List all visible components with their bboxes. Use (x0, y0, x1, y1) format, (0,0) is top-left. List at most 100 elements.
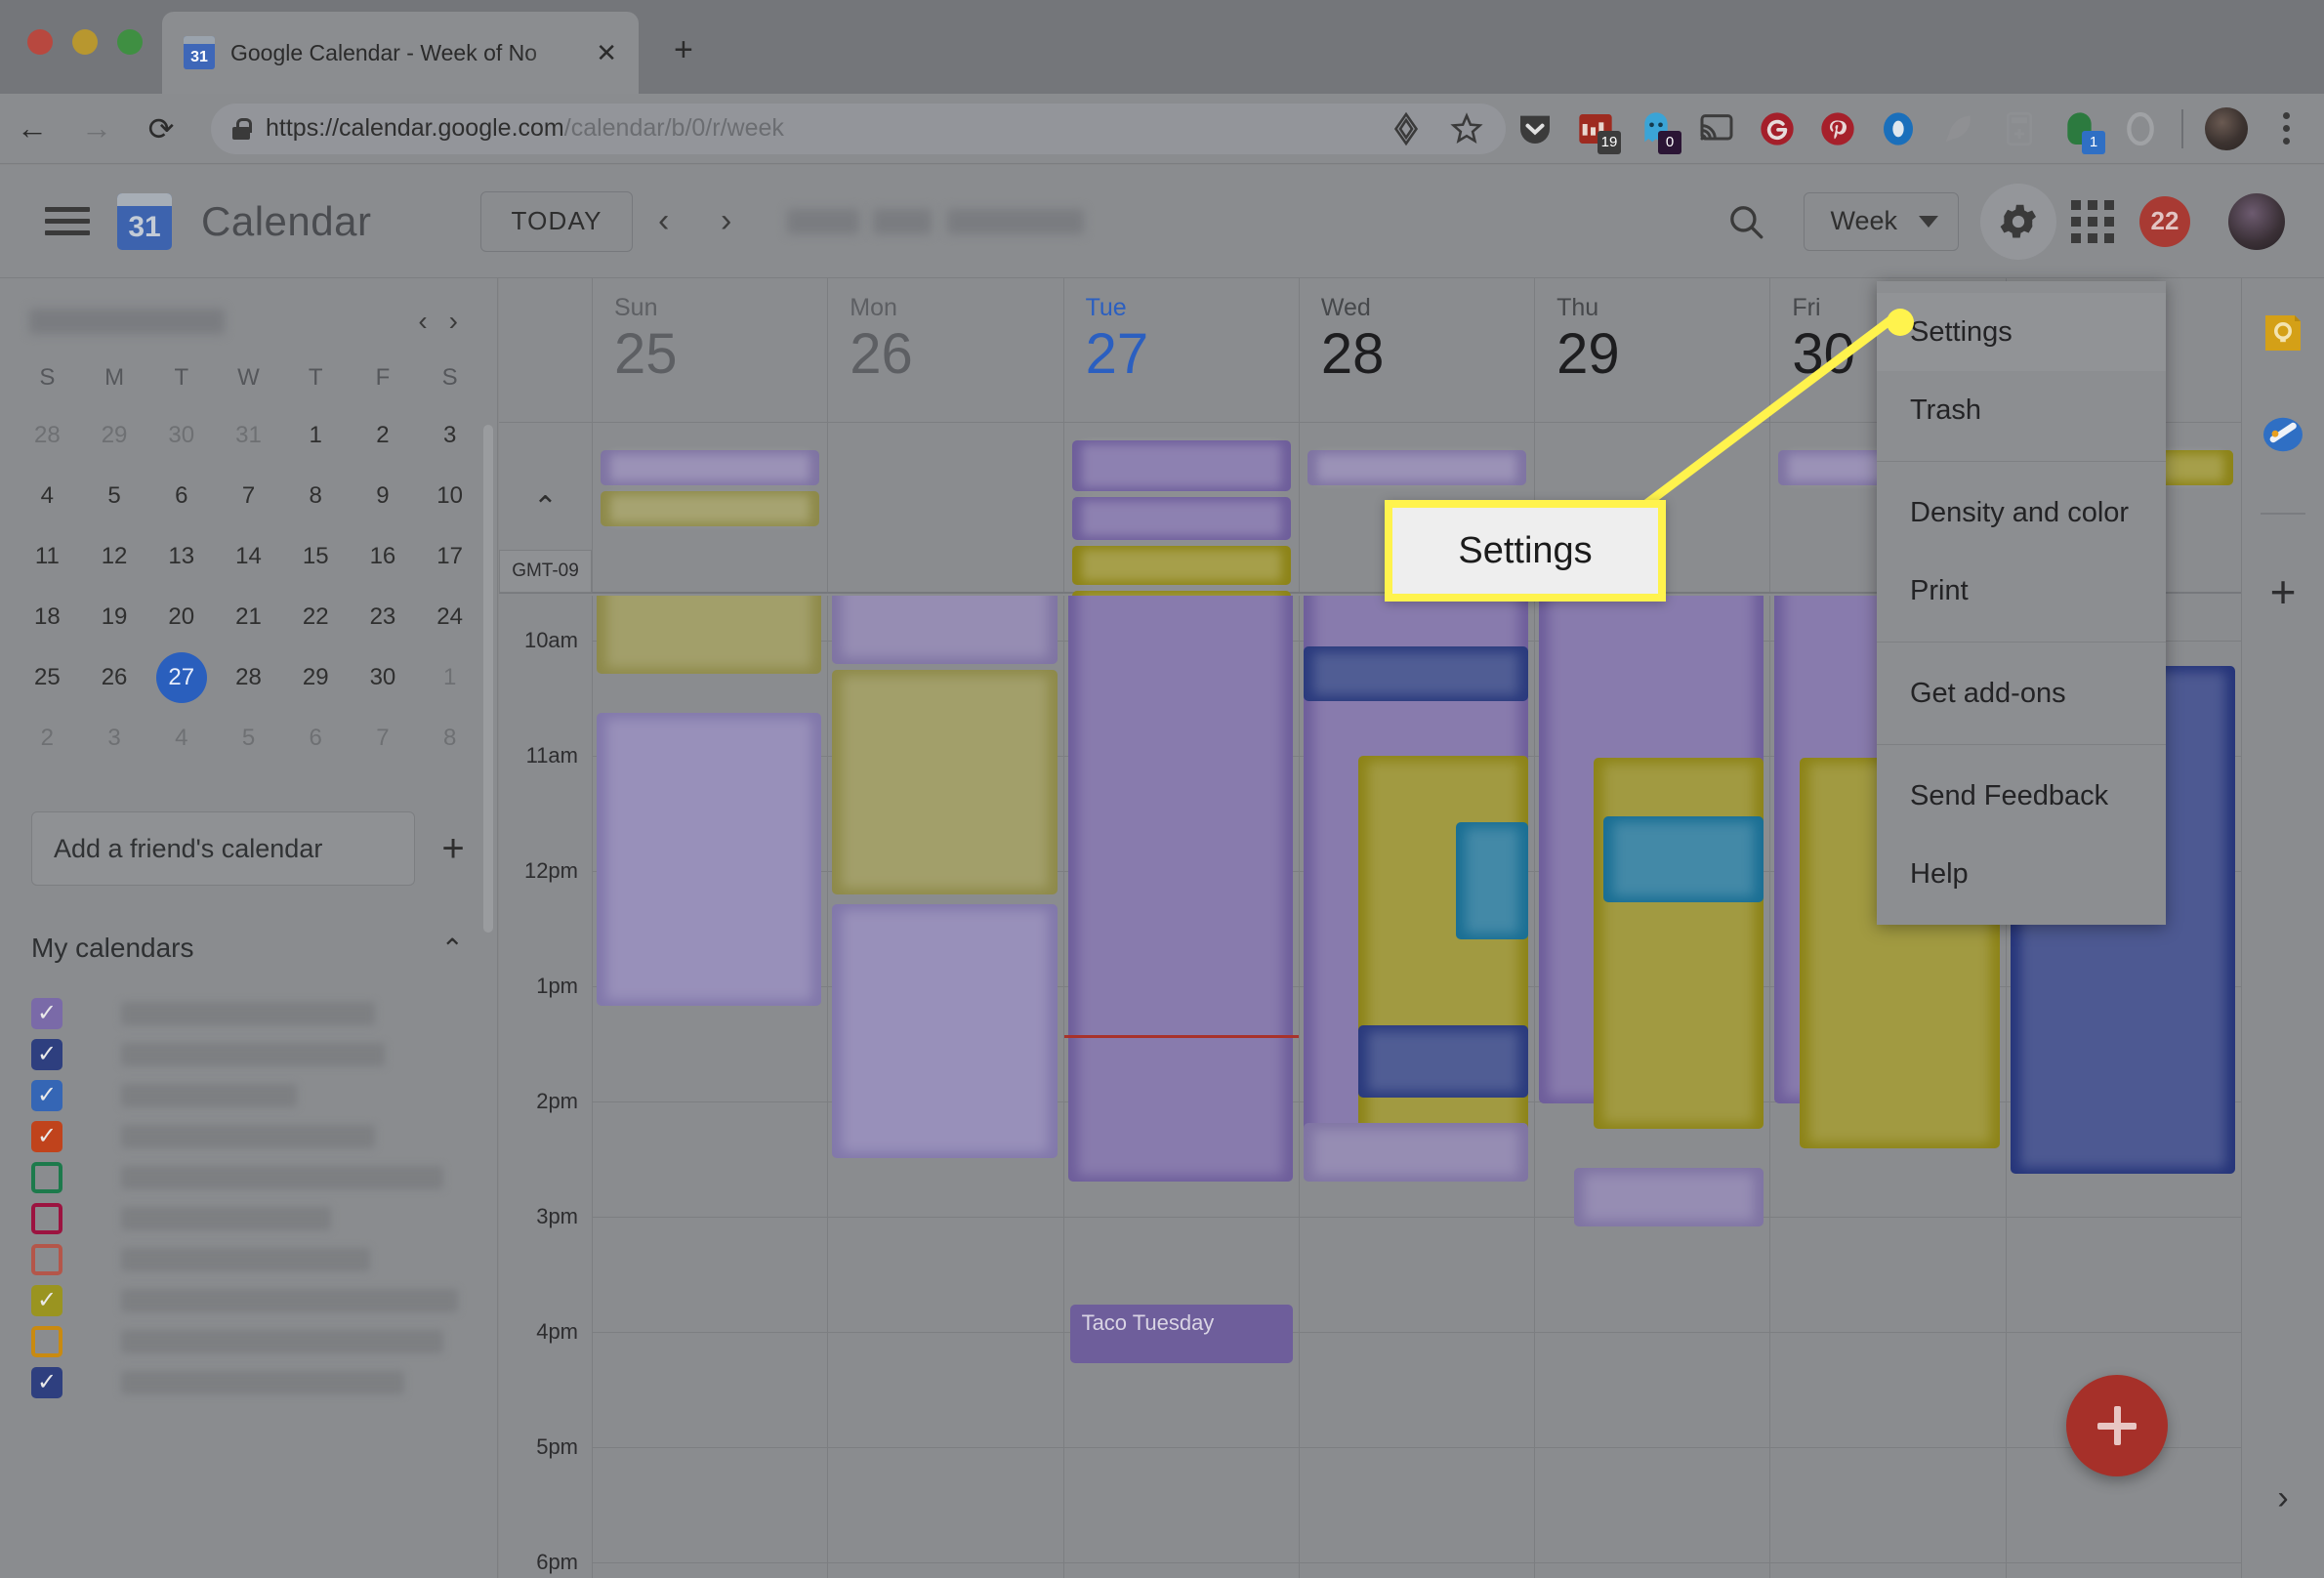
menu-item-trash[interactable]: Trash (1877, 371, 2166, 449)
bookmark-star-icon[interactable] (1449, 111, 1484, 146)
mini-calendar-day[interactable]: 3 (416, 405, 483, 466)
all-day-column[interactable] (592, 423, 827, 592)
calendar-event[interactable] (1594, 758, 1764, 1129)
calendar-checkbox[interactable] (31, 1326, 62, 1357)
mini-calendar-day[interactable]: 2 (350, 405, 417, 466)
today-button[interactable]: TODAY (480, 190, 633, 252)
mini-calendar-day[interactable]: 10 (416, 466, 483, 526)
mini-calendar-day[interactable]: 27 (147, 647, 215, 708)
feather-icon[interactable] (1939, 109, 1978, 148)
calendar-event[interactable] (1357, 756, 1529, 1176)
calendar-list-item[interactable] (31, 1075, 497, 1116)
search-icon[interactable] (1710, 186, 1782, 258)
menu-item-print[interactable]: Print (1877, 552, 2166, 630)
calendar-event[interactable] (1455, 822, 1529, 939)
mini-calendar-day[interactable]: 30 (350, 647, 417, 708)
calendar-extension-icon[interactable]: 19 (1576, 109, 1621, 154)
lastpass-icon[interactable] (2121, 109, 2160, 148)
maximize-window-button[interactable] (117, 29, 143, 55)
mini-calendar-day[interactable]: 19 (81, 587, 148, 647)
calendar-list-item[interactable] (31, 993, 497, 1034)
mini-calendar-day[interactable]: 18 (14, 587, 81, 647)
mini-calendar-prev-button[interactable]: ‹ (418, 306, 427, 337)
calendar-checkbox[interactable] (31, 1039, 62, 1070)
sidebar-scrollbar[interactable] (483, 425, 493, 933)
mini-calendar-day[interactable]: 6 (147, 466, 215, 526)
calendar-event[interactable] (832, 596, 1058, 664)
my-calendars-header[interactable]: My calendars ⌃ (0, 903, 497, 993)
calendar-list-item[interactable] (31, 1198, 497, 1239)
calendar-event[interactable] (1357, 1025, 1529, 1098)
menu-item-help[interactable]: Help (1877, 835, 2166, 913)
calendar-list-item[interactable] (31, 1280, 497, 1321)
mini-calendar-day[interactable]: 11 (14, 526, 81, 587)
calendar-event[interactable] (597, 713, 822, 1006)
day-number[interactable]: 25 (614, 326, 827, 383)
mini-calendar-day[interactable]: 1 (282, 405, 350, 466)
calendar-list-item[interactable] (31, 1321, 497, 1362)
calculator-icon[interactable] (2000, 109, 2039, 148)
mini-calendar-next-button[interactable]: › (449, 306, 458, 337)
mini-calendar-day[interactable]: 4 (147, 708, 215, 768)
profile-avatar[interactable] (2205, 106, 2248, 150)
next-week-button[interactable]: › (695, 202, 758, 240)
mini-calendar-day[interactable]: 14 (215, 526, 282, 587)
day-header[interactable]: Tue 27 (1062, 278, 1299, 422)
mini-calendar-day[interactable]: 15 (282, 526, 350, 587)
mini-calendar-day[interactable]: 22 (282, 587, 350, 647)
day-header[interactable]: Wed 28 (1298, 278, 1534, 422)
calendar-list-item[interactable] (31, 1362, 497, 1403)
reload-icon[interactable]: ⟳ (129, 110, 193, 147)
google-apps-button[interactable] (2056, 186, 2129, 258)
mini-calendar-day[interactable]: 21 (215, 587, 282, 647)
cast-icon[interactable] (1697, 109, 1736, 148)
calendar-checkbox[interactable] (31, 1080, 62, 1111)
calendar-event[interactable] (597, 596, 822, 674)
all-day-column[interactable] (1062, 423, 1299, 620)
add-friend-calendar-input[interactable]: Add a friend's calendar (31, 811, 415, 886)
calendar-event[interactable] (1603, 816, 1764, 902)
calendar-event-taco-tuesday[interactable]: Taco Tuesday (1069, 1305, 1293, 1363)
keep-icon[interactable] (2259, 310, 2307, 356)
tasks-icon[interactable] (2259, 411, 2307, 458)
day-header[interactable]: Mon 26 (827, 278, 1062, 422)
calendar-list-item[interactable] (31, 1239, 497, 1280)
evernote-icon[interactable]: 1 (2060, 109, 2105, 154)
mini-calendar-day[interactable]: 7 (350, 708, 417, 768)
hamburger-icon[interactable] (45, 200, 90, 242)
day-number[interactable]: 27 (1086, 326, 1299, 383)
mini-calendar-day[interactable]: 12 (81, 526, 148, 587)
close-icon[interactable]: ✕ (596, 40, 617, 65)
calendar-event[interactable] (1303, 646, 1529, 701)
mini-calendar-grid[interactable]: S M T W T F S 28 29 30 31 1 2 3 4 5 6 7 8 9 10 11 12 13 14 15 16 17… (0, 343, 497, 768)
mini-calendar-day[interactable]: 28 (14, 405, 81, 466)
forward-icon[interactable]: → (64, 110, 129, 146)
view-selector[interactable]: Week (1804, 191, 1959, 251)
mini-calendar-day[interactable]: 29 (282, 647, 350, 708)
calendar-checkbox[interactable] (31, 1285, 62, 1316)
calendar-event[interactable] (1067, 596, 1293, 1182)
calendar-checkbox[interactable] (31, 1367, 62, 1398)
mini-calendar-day[interactable]: 20 (147, 587, 215, 647)
ghostery-icon[interactable]: 0 (1637, 109, 1681, 154)
calendar-list-item[interactable] (31, 1116, 497, 1157)
mini-calendar-day[interactable]: 6 (282, 708, 350, 768)
mini-calendar-day[interactable]: 2 (14, 708, 81, 768)
back-icon[interactable]: ← (0, 110, 64, 146)
pocket-icon[interactable] (1515, 109, 1555, 148)
day-column[interactable]: Taco Tuesday (1062, 596, 1299, 1578)
calendar-checkbox[interactable] (31, 1244, 62, 1275)
mini-calendar-day[interactable]: 23 (350, 587, 417, 647)
calendar-event[interactable] (832, 670, 1058, 894)
day-column[interactable] (827, 596, 1063, 1578)
mini-calendar-day[interactable]: 29 (81, 405, 148, 466)
close-window-button[interactable] (27, 29, 53, 55)
mini-calendar-day[interactable]: 9 (350, 466, 417, 526)
mini-calendar-day[interactable]: 17 (416, 526, 483, 587)
calendar-list-item[interactable] (31, 1034, 497, 1075)
add-addon-button[interactable]: + (2270, 569, 2297, 614)
mini-calendar-day[interactable]: 7 (215, 466, 282, 526)
day-number[interactable]: 28 (1321, 326, 1534, 383)
calendar-checkbox[interactable] (31, 1203, 62, 1234)
address-bar[interactable]: https://calendar.google.com/calendar/b/0… (211, 103, 1506, 154)
